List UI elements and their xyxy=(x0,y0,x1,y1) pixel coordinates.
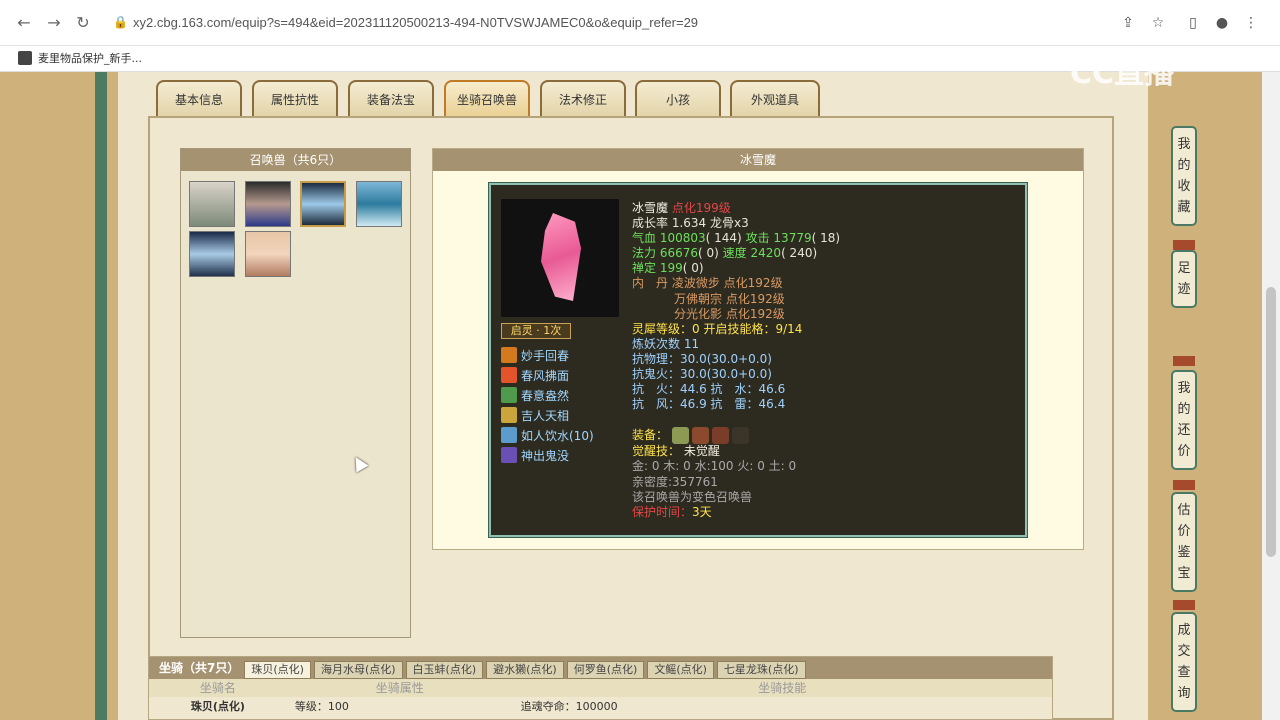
rail-appraisal-button[interactable]: 估价鉴宝 xyxy=(1171,492,1197,592)
equip-empty-icon[interactable] xyxy=(731,427,749,445)
skill-list: 妙手回春 春风拂面 春意盎然 吉人天相 如人饮水(10) 神出鬼没 xyxy=(501,345,594,465)
forward-icon[interactable]: → xyxy=(44,13,64,33)
summon-list-box: 召唤兽（共6只） xyxy=(180,148,411,638)
bookmark-item[interactable]: 麦里物品保护_新手... xyxy=(18,50,142,66)
summon-detail-title: 冰雪魔 xyxy=(433,149,1083,171)
bookmark-label: 麦里物品保护_新手... xyxy=(38,52,142,65)
reload-icon[interactable]: ↻ xyxy=(73,13,93,33)
summon-stats: 冰雪魔 点化199级 成长率 1.634 龙骨x3 气血 100803( 144… xyxy=(632,201,841,519)
tab-spell-correction[interactable]: 法术修正 xyxy=(540,80,626,118)
summon-info-card: 启灵 · 1次 妙手回春 春风拂面 春意盎然 吉人天相 如人饮水(10) 神出鬼… xyxy=(489,183,1027,537)
bookmark-favicon-icon xyxy=(18,51,32,65)
bookmark-star-icon[interactable]: ☆ xyxy=(1148,13,1168,33)
skill-item[interactable]: 如人饮水(10) xyxy=(501,425,594,445)
mount-panel: 坐骑（共7只） 珠贝(点化) 海月水母(点化) 白玉蚌(点化) 避水獭(点化) … xyxy=(148,656,1053,720)
mount-tab[interactable]: 文鳐(点化) xyxy=(647,661,714,679)
mount-tab[interactable]: 何罗鱼(点化) xyxy=(566,661,645,679)
rail-divider xyxy=(1173,240,1195,250)
skill-item[interactable]: 吉人天相 xyxy=(501,405,594,425)
skill-item[interactable]: 春意盎然 xyxy=(501,385,594,405)
sidepanel-icon[interactable]: ▯ xyxy=(1183,13,1203,33)
summon-thumb-3-selected[interactable] xyxy=(300,181,346,227)
browser-toolbar: ← → ↻ 🔒 xy2.cbg.163.com/equip?s=494&eid=… xyxy=(0,0,1280,46)
tab-attributes[interactable]: 属性抗性 xyxy=(252,80,338,118)
skill-item[interactable]: 春风拂面 xyxy=(501,365,594,385)
skill-heal-icon xyxy=(501,347,517,363)
tab-mounts-summons[interactable]: 坐骑召唤兽 xyxy=(444,80,530,118)
equip-collar-icon[interactable] xyxy=(671,427,689,445)
right-rail: 我的收藏 足迹 我的还价 估价鉴宝 成交查询 xyxy=(1163,72,1263,720)
skill-item[interactable]: 妙手回春 xyxy=(501,345,594,365)
mount-title: 坐骑（共7只） xyxy=(159,661,240,675)
skill-water-icon xyxy=(501,427,517,443)
summon-portrait xyxy=(501,199,619,317)
rail-divider xyxy=(1173,600,1195,610)
mount-tabs: 坐骑（共7只） 珠贝(点化) 海月水母(点化) 白玉蚌(点化) 避水獭(点化) … xyxy=(149,657,1052,679)
tab-basic-info[interactable]: 基本信息 xyxy=(156,80,242,118)
skill-wind-icon xyxy=(501,367,517,383)
profile-icon[interactable]: ● xyxy=(1212,13,1232,33)
main-panel: 基本信息 属性抗性 装备法宝 坐骑召唤兽 法术修正 小孩 外观道具 召唤兽（共6… xyxy=(118,72,1148,720)
skill-luck-icon xyxy=(501,407,517,423)
address-bar[interactable]: xy2.cbg.163.com/equip?s=494&eid=20231112… xyxy=(133,15,698,30)
skill-item[interactable]: 神出鬼没 xyxy=(501,445,594,465)
qiling-badge: 启灵 · 1次 xyxy=(501,323,571,339)
summon-thumb-1[interactable] xyxy=(189,181,235,227)
skill-ghost-icon xyxy=(501,447,517,463)
rail-divider xyxy=(1173,480,1195,490)
table-row: 珠贝(点化) 等级：100 追魂夺命：100000 xyxy=(190,700,618,713)
menu-icon[interactable]: ⋮ xyxy=(1241,13,1261,33)
share-icon[interactable]: ⇪ xyxy=(1118,13,1138,33)
summon-thumb-5[interactable] xyxy=(189,231,235,277)
decor-border xyxy=(95,72,107,720)
summon-list-title: 召唤兽（共6只） xyxy=(181,149,410,171)
back-icon[interactable]: ← xyxy=(14,13,34,33)
scrollbar-thumb[interactable] xyxy=(1266,287,1276,557)
summon-thumb-6[interactable] xyxy=(245,231,291,277)
summon-thumb-4[interactable] xyxy=(356,181,402,227)
col-mount-name: 坐骑名 xyxy=(199,681,236,695)
col-mount-skill: 坐骑技能 xyxy=(758,681,807,695)
tab-child[interactable]: 小孩 xyxy=(635,80,721,118)
equip-charm-icon[interactable] xyxy=(711,427,729,445)
rail-counteroffer-button[interactable]: 我的还价 xyxy=(1171,370,1197,470)
content-frame: 召唤兽（共6只） 冰雪魔 启灵 · 1次 妙手回春 春风拂面 春意盎然 吉人天相… xyxy=(148,116,1114,720)
scrollbar[interactable] xyxy=(1262,72,1280,720)
col-mount-attr: 坐骑属性 xyxy=(375,681,424,695)
mount-tab[interactable]: 白玉蚌(点化) xyxy=(405,661,484,679)
mount-tab[interactable]: 海月水母(点化) xyxy=(313,661,403,679)
skill-spring-icon xyxy=(501,387,517,403)
equip-icons xyxy=(671,427,749,445)
page-content: 基本信息 属性抗性 装备法宝 坐骑召唤兽 法术修正 小孩 外观道具 召唤兽（共6… xyxy=(0,72,1280,720)
mount-tab[interactable]: 七星龙珠(点化) xyxy=(716,661,806,679)
rail-footprint-button[interactable]: 足迹 xyxy=(1171,250,1197,308)
rail-deal-query-button[interactable]: 成交查询 xyxy=(1171,612,1197,712)
cc-watermark-logo: CC直播 xyxy=(1070,56,1175,91)
summon-model-image xyxy=(541,213,581,301)
rail-divider xyxy=(1173,356,1195,366)
mount-tab[interactable]: 珠贝(点化) xyxy=(244,661,311,679)
tab-appearance[interactable]: 外观道具 xyxy=(730,80,820,118)
summon-detail: 冰雪魔 启灵 · 1次 妙手回春 春风拂面 春意盎然 吉人天相 如人饮水(10)… xyxy=(432,148,1084,550)
rail-favorites-button[interactable]: 我的收藏 xyxy=(1171,126,1197,226)
lock-icon[interactable]: 🔒 xyxy=(113,15,128,29)
mount-table-header: 坐骑名 坐骑属性 坐骑技能 xyxy=(149,679,1052,697)
tab-equipment[interactable]: 装备法宝 xyxy=(348,80,434,118)
summon-thumb-2[interactable] xyxy=(245,181,291,227)
mount-tab[interactable]: 避水獭(点化) xyxy=(486,661,564,679)
equip-armor-icon[interactable] xyxy=(691,427,709,445)
